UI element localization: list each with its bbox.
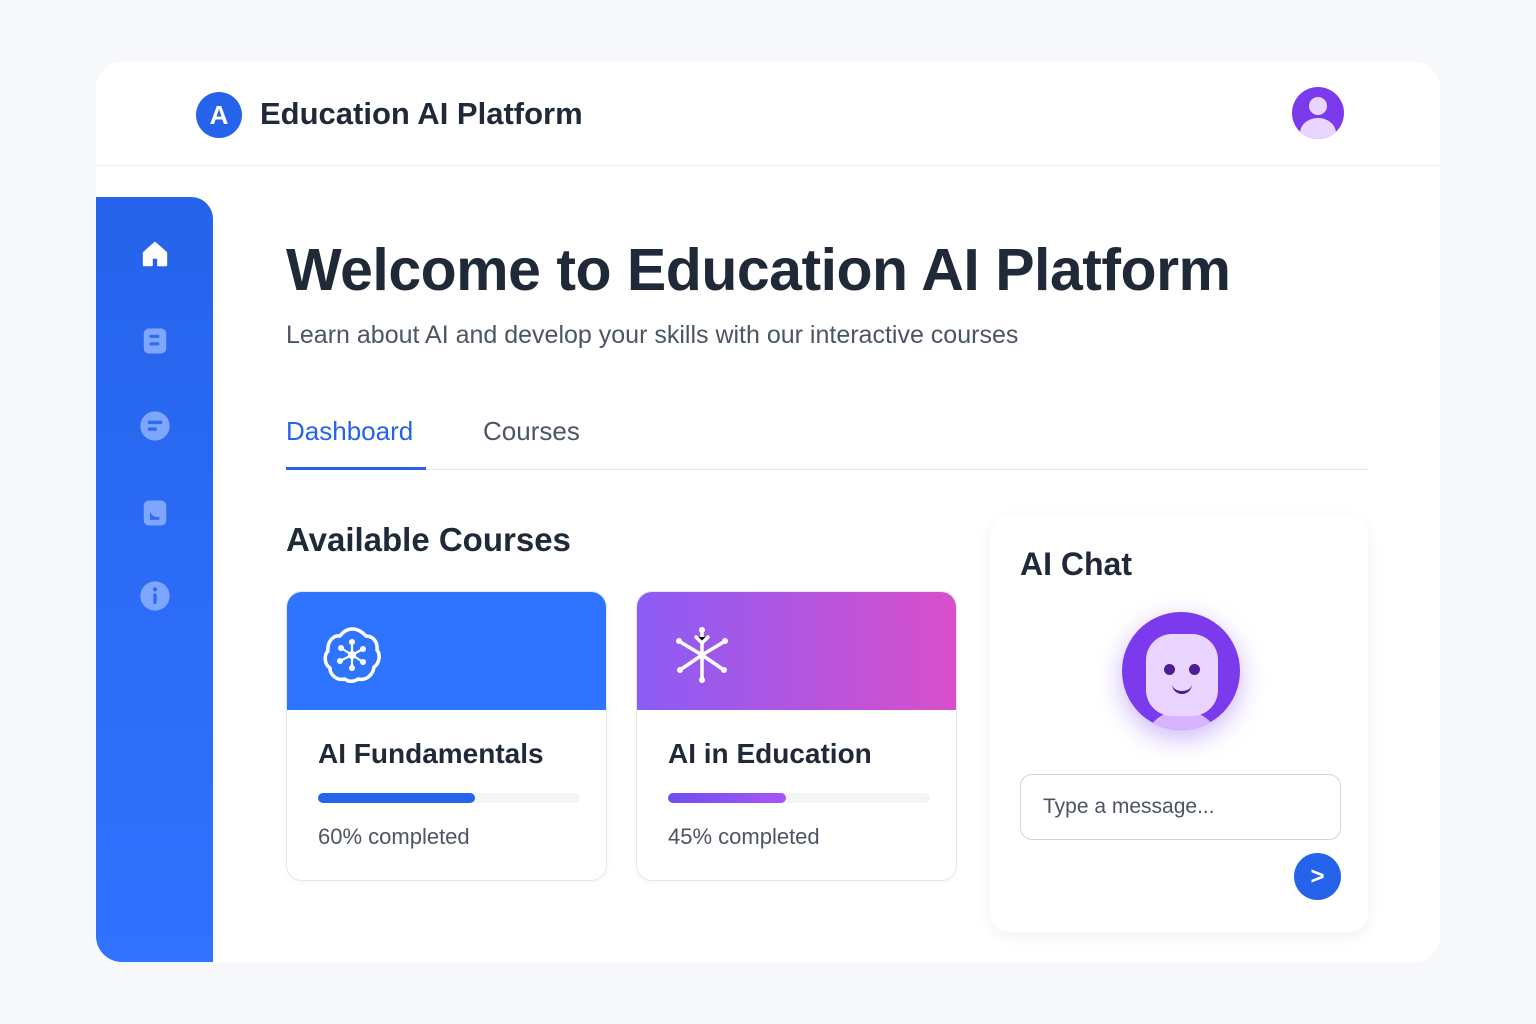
logo: A (196, 92, 242, 138)
chat-icon (140, 411, 170, 441)
sidebar-item-courses[interactable] (138, 324, 172, 358)
avatar-body (1300, 118, 1336, 139)
progress-track (318, 793, 580, 803)
brain-icon (323, 627, 381, 683)
chat-message-input[interactable] (1020, 774, 1341, 840)
tab-bar: Dashboard Courses (286, 416, 1368, 470)
course-card-ai-fundamentals[interactable]: AI Fundamentals 60% completed (286, 591, 607, 881)
page-subtitle: Learn about AI and develop your skills w… (286, 321, 1019, 349)
bot-avatar (1122, 612, 1240, 730)
sidebar (96, 197, 213, 962)
chat-title: AI Chat (1020, 546, 1132, 582)
sidebar-item-messages[interactable] (138, 409, 172, 443)
course-title: AI in Education (668, 738, 872, 769)
user-avatar[interactable] (1292, 87, 1344, 139)
bot-face (1146, 634, 1218, 716)
sidebar-item-saved[interactable] (138, 496, 172, 530)
avatar-head (1309, 97, 1327, 115)
app-title: Education AI Platform (260, 96, 583, 131)
top-bar: A Education AI Platform (96, 62, 1440, 166)
progress-fill (668, 793, 786, 803)
book-icon (143, 328, 167, 354)
network-icon (676, 627, 728, 683)
sidebar-item-home[interactable] (138, 237, 172, 271)
course-title: AI Fundamentals (318, 738, 544, 769)
page-title: Welcome to Education AI Platform (286, 237, 1231, 303)
info-icon (140, 581, 170, 611)
course-card-header (287, 592, 606, 710)
bot-eye (1164, 664, 1175, 675)
bot-mouth (1172, 684, 1192, 694)
progress-fill (318, 793, 476, 803)
progress-label: 45% completed (668, 824, 820, 849)
section-title: Available Courses (286, 521, 571, 558)
course-card-header (637, 592, 956, 710)
bot-eye (1189, 664, 1200, 675)
progress-label: 60% completed (318, 824, 470, 849)
home-icon (142, 241, 168, 267)
ai-chat-panel: AI Chat > (990, 516, 1368, 932)
tab-dashboard[interactable]: Dashboard (286, 416, 426, 470)
tab-courses[interactable]: Courses (483, 416, 580, 470)
bookmark-icon (143, 500, 167, 526)
sidebar-item-info[interactable] (138, 579, 172, 613)
course-card-ai-in-education[interactable]: AI in Education 45% completed (636, 591, 957, 881)
send-button[interactable]: > (1294, 853, 1341, 900)
progress-track (668, 793, 930, 803)
app-window: A Education AI Platform Welcome to Educa… (96, 62, 1440, 962)
